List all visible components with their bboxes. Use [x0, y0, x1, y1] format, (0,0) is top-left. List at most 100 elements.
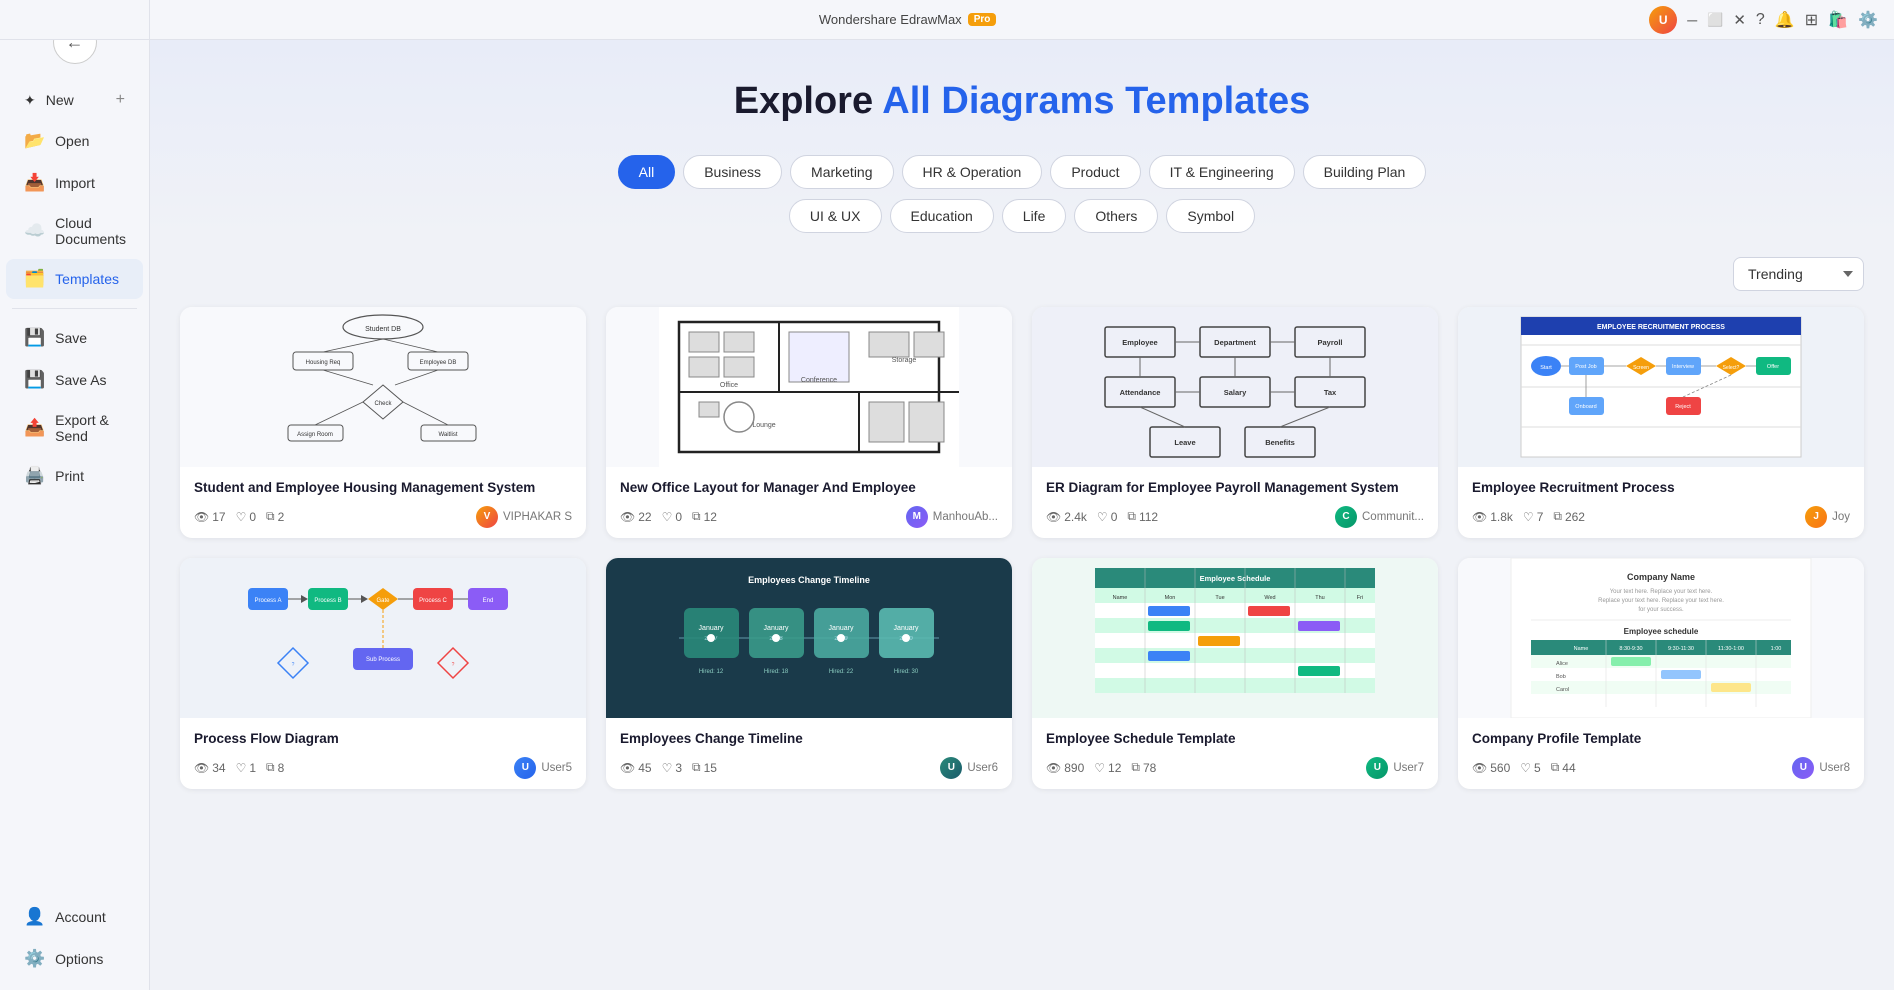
sidebar-item-options[interactable]: ⚙️ Options — [6, 939, 143, 979]
svg-text:Process B: Process B — [314, 598, 341, 604]
sidebar-item-cloud[interactable]: ☁️ Cloud Documents — [6, 205, 143, 257]
svg-text:Salary: Salary — [1224, 388, 1247, 397]
filter-business[interactable]: Business — [683, 155, 782, 189]
card-thumbnail: Employees Change Timeline January 2017 J… — [606, 558, 1012, 718]
card-stats: 👁 22 ♡ 0 ⧉ 12 — [620, 509, 717, 524]
svg-text:January: January — [764, 625, 789, 632]
template-card[interactable]: Student DB Housing Req Employee DB Check… — [180, 307, 586, 538]
open-icon: 📂 — [24, 131, 45, 151]
svg-text:Gate: Gate — [376, 598, 390, 604]
store-icon[interactable]: 🛍️ — [1828, 10, 1848, 30]
svg-text:Waitlist: Waitlist — [438, 432, 457, 438]
card-meta: 👁 2.4k ♡ 0 ⧉ 112 C Communit... — [1046, 506, 1424, 528]
filter-hr[interactable]: HR & Operation — [902, 155, 1043, 189]
svg-text:End: End — [483, 598, 494, 604]
apps-icon[interactable]: ⊞ — [1805, 10, 1818, 30]
template-card[interactable]: Process A Process B Gate Process C End — [180, 558, 586, 789]
svg-text:Interview: Interview — [1672, 364, 1694, 370]
sidebar-item-import[interactable]: 📥 Import — [6, 163, 143, 203]
sort-row: Trending Newest Most Popular — [180, 257, 1864, 291]
filter-others[interactable]: Others — [1074, 199, 1158, 233]
template-card[interactable]: EMPLOYEE RECRUITMENT PROCESS Start Post … — [1458, 307, 1864, 538]
sidebar-item-open[interactable]: 📂 Open — [6, 121, 143, 161]
titlebar-right: U ─ ⬜ ✕ ? 🔔 ⊞ 🛍️ ⚙️ — [1649, 6, 1878, 34]
filter-row-2: UI & UX Education Life Others Symbol — [180, 199, 1864, 233]
filter-symbol[interactable]: Symbol — [1166, 199, 1255, 233]
svg-text:EMPLOYEE RECRUITMENT PROCESS: EMPLOYEE RECRUITMENT PROCESS — [1597, 324, 1725, 331]
template-card[interactable]: Company Name Your text here. Replace you… — [1458, 558, 1864, 789]
card-body: Employees Change Timeline 👁 45 ♡ 3 ⧉ 15 … — [606, 718, 1012, 789]
svg-text:January: January — [894, 625, 919, 632]
view-stat: 👁 34 — [194, 761, 226, 775]
options-icon: ⚙️ — [24, 949, 45, 969]
sidebar-item-templates[interactable]: 🗂️ Templates — [6, 259, 143, 299]
sort-select[interactable]: Trending Newest Most Popular — [1733, 257, 1864, 291]
card-author: J Joy — [1805, 506, 1850, 528]
print-icon: 🖨️ — [24, 466, 45, 486]
template-card[interactable]: Employee Department Payroll Attendance S… — [1032, 307, 1438, 538]
account-icon: 👤 — [24, 907, 45, 927]
svg-text:Thu: Thu — [1315, 595, 1324, 601]
minimize-button[interactable]: ─ — [1687, 12, 1697, 28]
card-body: Company Profile Template 👁 560 ♡ 5 ⧉ 44 … — [1458, 718, 1864, 789]
svg-text:Post Job: Post Job — [1575, 364, 1596, 370]
card-author: U User8 — [1792, 757, 1850, 779]
svg-text:Office: Office — [720, 382, 738, 389]
view-stat: 👁 1.8k — [1472, 510, 1513, 524]
svg-text:Conference: Conference — [801, 377, 837, 384]
filter-product[interactable]: Product — [1050, 155, 1140, 189]
svg-text:Benefits: Benefits — [1265, 438, 1295, 447]
svg-text:Hired: 30: Hired: 30 — [894, 669, 919, 675]
sidebar-item-saveas[interactable]: 💾 Save As — [6, 360, 143, 400]
maximize-button[interactable]: ⬜ — [1707, 12, 1723, 28]
card-body: New Office Layout for Manager And Employ… — [606, 467, 1012, 538]
svg-text:Name: Name — [1113, 595, 1128, 601]
user-avatar[interactable]: U — [1649, 6, 1677, 34]
titlebar: Wondershare EdrawMax Pro U ─ ⬜ ✕ ? 🔔 ⊞ 🛍… — [150, 0, 1894, 40]
settings-icon[interactable]: ⚙️ — [1858, 10, 1878, 30]
author-avatar: M — [906, 506, 928, 528]
card-stats: 👁 45 ♡ 3 ⧉ 15 — [620, 760, 717, 775]
sidebar-divider — [12, 308, 137, 309]
view-stat: 👁 17 — [194, 510, 226, 524]
copy-stat: ⧉ 262 — [1553, 509, 1585, 524]
svg-text:Leave: Leave — [1174, 438, 1195, 447]
like-stat: ♡ 12 — [1094, 761, 1121, 775]
plus-icon: + — [116, 91, 125, 109]
template-card[interactable]: Employee Schedule Name — [1032, 558, 1438, 789]
copy-stat: ⧉ 44 — [1551, 760, 1576, 775]
filter-life[interactable]: Life — [1002, 199, 1067, 233]
author-avatar: U — [1366, 757, 1388, 779]
card-meta: 👁 45 ♡ 3 ⧉ 15 U User6 — [620, 757, 998, 779]
filter-ui[interactable]: UI & UX — [789, 199, 882, 233]
filter-building[interactable]: Building Plan — [1303, 155, 1427, 189]
svg-text:Housing Req: Housing Req — [306, 360, 341, 366]
svg-text:Bob: Bob — [1556, 674, 1566, 680]
filter-all[interactable]: All — [618, 155, 676, 189]
template-card[interactable]: Office Conference Lounge Storage New Off… — [606, 307, 1012, 538]
filter-education[interactable]: Education — [890, 199, 994, 233]
sidebar-item-export[interactable]: 📤 Export & Send — [6, 402, 143, 454]
titlebar-center: Wondershare EdrawMax Pro — [819, 12, 997, 27]
card-title: New Office Layout for Manager And Employ… — [620, 479, 998, 498]
sidebar: ← ✦ New + 📂 Open 📥 Import ☁️ Cloud Docum… — [0, 0, 150, 990]
svg-text:Process C: Process C — [419, 598, 447, 604]
sidebar-item-new[interactable]: ✦ New + — [6, 81, 143, 119]
saveas-label: Save As — [55, 372, 106, 388]
sidebar-item-account[interactable]: 👤 Account — [6, 897, 143, 937]
save-label: Save — [55, 330, 87, 346]
sidebar-item-print[interactable]: 🖨️ Print — [6, 456, 143, 496]
filter-it[interactable]: IT & Engineering — [1149, 155, 1295, 189]
template-grid: Student DB Housing Req Employee DB Check… — [180, 307, 1864, 789]
card-meta: 👁 560 ♡ 5 ⧉ 44 U User8 — [1472, 757, 1850, 779]
svg-text:Employees Change Timeline: Employees Change Timeline — [748, 575, 870, 585]
sidebar-item-save[interactable]: 💾 Save — [6, 318, 143, 358]
svg-text:Employee DB: Employee DB — [420, 360, 457, 366]
card-body: Process Flow Diagram 👁 34 ♡ 1 ⧉ 8 U User… — [180, 718, 586, 789]
close-button[interactable]: ✕ — [1733, 11, 1746, 29]
notification-icon[interactable]: 🔔 — [1775, 10, 1795, 30]
help-icon[interactable]: ? — [1756, 11, 1765, 29]
author-name: User6 — [967, 762, 998, 774]
template-card[interactable]: Employees Change Timeline January 2017 J… — [606, 558, 1012, 789]
filter-marketing[interactable]: Marketing — [790, 155, 893, 189]
